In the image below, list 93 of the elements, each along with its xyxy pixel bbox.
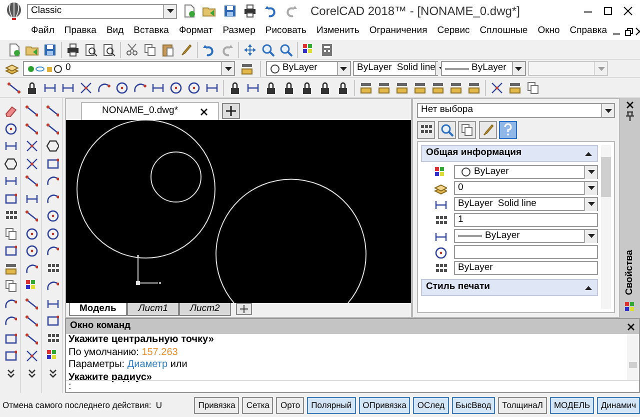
menu-item[interactable]: Размер	[218, 22, 260, 40]
layer-dropdown[interactable]: 0	[23, 61, 235, 76]
section-title: Стиль печати	[426, 280, 490, 294]
status-toggle-button[interactable]: Привязка	[194, 396, 240, 414]
menu-item[interactable]: Сервис	[432, 22, 475, 40]
menu-item[interactable]: Файл	[26, 22, 60, 40]
layout-tab[interactable]: Модель	[68, 303, 128, 316]
dropdown-value: 0	[458, 181, 464, 196]
maximize-icon[interactable]	[602, 6, 612, 16]
close-icon[interactable]	[626, 100, 634, 108]
document-tab[interactable]: NONAME_0.dwg*	[81, 102, 220, 120]
command-line: По умолчанию: 157.263	[68, 346, 179, 359]
restore-icon[interactable]	[624, 26, 633, 36]
status-toggle-button[interactable]: ОПривязка	[358, 396, 410, 414]
close-icon[interactable]	[627, 322, 635, 330]
lineweight-dropdown[interactable]: ByLayer	[440, 61, 526, 76]
brush-icon[interactable]	[478, 120, 496, 138]
selection-value: Нет выбора	[421, 103, 473, 118]
dropdown-value: ByLayer	[282, 61, 318, 76]
line-sample-icon	[458, 233, 482, 240]
dropdown-value: ByLayer	[458, 197, 493, 212]
dropdown-detail: Solid line	[396, 61, 436, 76]
line-sample-icon	[444, 66, 468, 72]
menu-item[interactable]: Вставка	[128, 22, 174, 40]
command-line: Укажите центральную точку»	[68, 334, 215, 346]
dropdown-value: ByLayer	[357, 61, 392, 76]
menu-item[interactable]: Правка	[59, 22, 102, 40]
collapse-arrow-icon[interactable]	[584, 150, 593, 158]
field-value: 1	[458, 213, 464, 228]
grid-icon[interactable]	[417, 120, 435, 138]
color-dropdown[interactable]: ByLayer	[266, 61, 350, 76]
plus-icon[interactable]	[222, 102, 240, 118]
layer-name: 0	[66, 61, 71, 76]
command-input[interactable]: :	[66, 380, 639, 392]
document-tab-label: NONAME_0.dwg*	[102, 104, 178, 118]
field-value: ByLayer	[458, 261, 493, 276]
linetype-dropdown[interactable]: ByLayer Solid line	[353, 61, 438, 76]
property-field[interactable]: 1	[454, 213, 598, 228]
property-dropdown[interactable]: ByLayer	[454, 165, 598, 180]
scrollbar[interactable]	[627, 334, 639, 380]
selection-dropdown[interactable]: Нет выбора	[417, 103, 615, 118]
section-title: Общая информация	[426, 146, 522, 160]
status-toggle-button[interactable]: БысВвод	[452, 396, 496, 414]
status-toggle-button[interactable]: Орто	[276, 396, 304, 414]
workspace-dropdown[interactable]: Classic	[27, 4, 177, 18]
close-icon[interactable]	[622, 6, 632, 16]
menu-item[interactable]: Изменить	[311, 22, 364, 40]
layout-tab[interactable]: Лист1	[127, 303, 180, 316]
zoom-icon[interactable]	[438, 120, 456, 138]
property-field[interactable]: ByLayer	[454, 261, 598, 276]
plus-icon[interactable]	[236, 303, 252, 315]
status-toggle-button[interactable]: ОСлед	[413, 396, 449, 414]
scroll-thumb[interactable]	[601, 157, 611, 197]
property-field[interactable]	[454, 245, 598, 260]
workspace-value: Classic	[31, 4, 62, 18]
status-toggle-button[interactable]: ТолщинаЛ	[498, 396, 547, 414]
dropdown-detail: Solid line	[498, 197, 536, 212]
property-dropdown[interactable]: ByLayer Solid line	[454, 197, 598, 212]
scrollbar[interactable]	[601, 145, 611, 309]
panel-title: Окно команд	[70, 319, 131, 334]
section-header[interactable]: Общая информация	[421, 145, 598, 162]
dropdown-value: ByLayer	[474, 165, 509, 180]
menu-item[interactable]: Формат	[174, 22, 218, 40]
status-toggle-button[interactable]: Полярный	[307, 396, 356, 414]
property-dropdown[interactable]: ByLayer	[454, 229, 598, 244]
circle-icon	[270, 64, 280, 74]
status-toggle-button[interactable]: МОДЕЛЬ	[550, 396, 594, 414]
status-toggle-button[interactable]: Динамич	[597, 396, 640, 414]
circle-icon	[461, 167, 471, 178]
status-toggle-button[interactable]: Сетка	[242, 396, 274, 414]
menu-item[interactable]: Сплошные	[474, 22, 533, 40]
window-title: CorelCAD 2018™ - [NONAME_0.dwg*]	[310, 3, 520, 20]
help-icon[interactable]	[499, 120, 517, 138]
section-header[interactable]: Стиль печати	[421, 279, 598, 296]
property-dropdown[interactable]: 0	[454, 181, 598, 196]
axis-icon	[136, 255, 161, 285]
command-line: Параметры: Диаметр или	[68, 359, 188, 372]
menu-item[interactable]: Окно	[532, 22, 565, 40]
menu-item[interactable]: Рисовать	[260, 22, 312, 40]
dropdown-value: ByLayer	[472, 61, 506, 76]
layout-tab[interactable]: Лист2	[179, 303, 231, 316]
close-icon[interactable]	[200, 108, 208, 116]
layer-state-icon	[27, 64, 63, 74]
dropdown-value: ByLayer	[485, 229, 520, 244]
scroll-thumb[interactable]	[629, 362, 637, 368]
menu-item[interactable]: Ограничения	[364, 22, 432, 40]
copy-icon[interactable]	[458, 120, 476, 138]
menu-item[interactable]: Справка	[564, 22, 612, 40]
status-message: Отмена самого последнего действия: U	[2, 398, 162, 412]
collapse-arrow-icon[interactable]	[584, 284, 593, 292]
menu-item[interactable]: Вид	[101, 22, 129, 40]
side-tab[interactable]: Свойства	[622, 250, 638, 295]
pin-icon[interactable]	[625, 111, 635, 121]
